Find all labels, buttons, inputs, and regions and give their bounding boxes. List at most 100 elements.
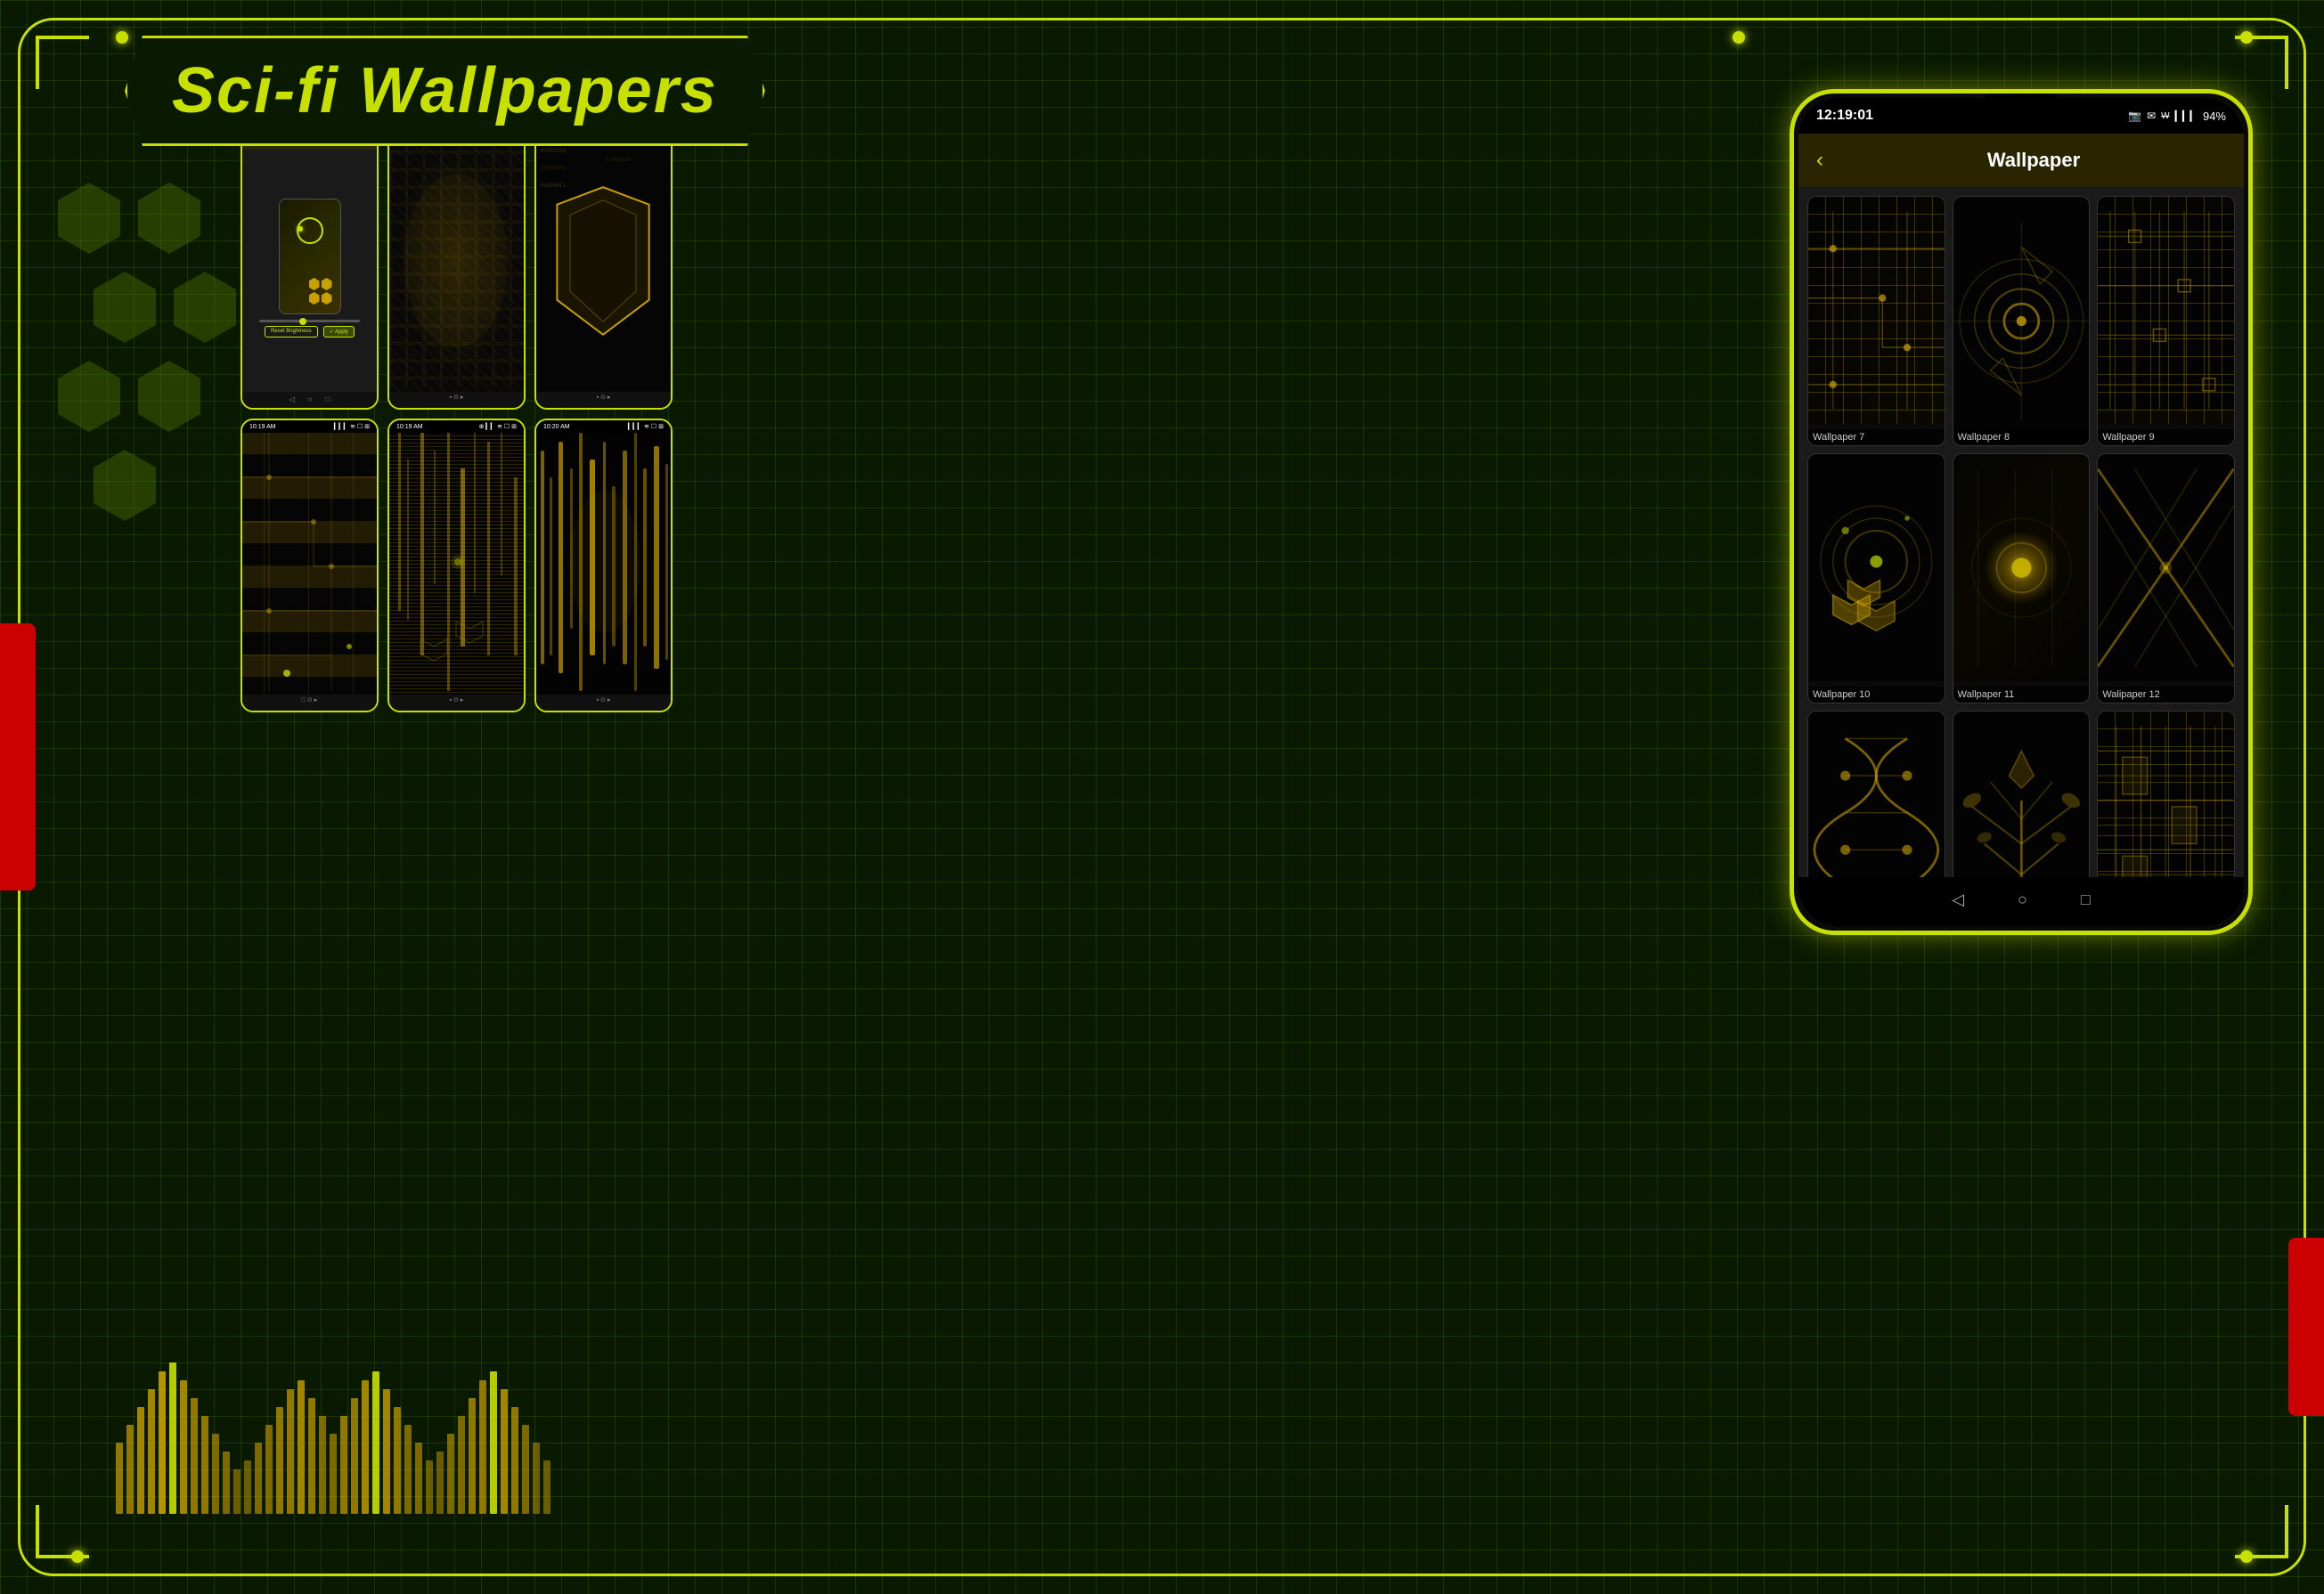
red-left-accent [0,623,36,891]
app-title: Sci-fi Wallpapers [172,55,718,126]
nav-btn-2: ▪ ⊙ ▸ [450,394,464,406]
nav-btn-6: ▪ ⊙ ▸ [597,696,611,709]
phone-nav-2: ▪ ⊙ ▸ [389,392,524,408]
large-nav-bar: ◁ ○ □ [1798,877,2244,926]
wp-content-4 [242,433,377,695]
hex-dec-4 [174,272,236,343]
reset-btn[interactable]: Reset Brightness [265,326,318,338]
wp9-image [2098,197,2234,424]
hex-dec-6 [138,361,200,432]
phone-content-1: Reset Brightness ✓ Apply [242,150,377,392]
nav-back-1: ◁ [289,395,295,404]
glow-dot-5 [2240,1550,2253,1563]
bars-svg [536,433,671,691]
lines-svg [389,433,524,691]
wp10-image [1808,454,1945,681]
status-bar-6: 10:20 AM ▎▎▎ ≋ ☐ ⊞ [536,420,671,433]
large-back-button[interactable]: ‹ [1816,148,1823,173]
large-header: ‹ Wallpaper [1798,134,2244,187]
wp7-svg [1808,197,1945,424]
apply-btn[interactable]: ✓ Apply [323,326,355,338]
hex-dec-1 [58,183,120,254]
nav-home-1: ○ [308,395,313,404]
status-bar-4: 10:19 AM ▎▎▎ ≋ ☐ ⊞ [242,420,377,433]
phone-nav-6: ▪ ⊙ ▸ [536,695,671,711]
signal-4: ▎▎▎ ≋ ☐ ⊞ [334,423,370,430]
glow-dot-2 [1733,31,1745,44]
shield-svg: 01001010 10110101 01010011 11001010 [536,132,671,390]
battery-indicator: 94% [2203,110,2226,123]
preview-hexes [309,278,336,305]
wp9-svg [2098,197,2234,424]
glow-dot-4 [71,1550,84,1563]
nav-back-btn[interactable]: ◁ [1952,891,1964,913]
nav-btn-3: ▪ ⊙ ▸ [597,394,611,406]
wallpaper-11-thumb[interactable]: Wallpaper 11 [1953,453,2091,703]
wallpaper-13-thumb[interactable] [1807,711,1945,877]
wp12-label: Walipaper 12 [2098,687,2234,703]
circuit-svg [242,433,377,691]
wallpaper-14-thumb[interactable] [1953,711,2091,877]
wifi-off-icon: W [2161,111,2169,121]
wp7-label: Wallpaper 7 [1808,429,1945,445]
phone-bars-pattern: 10:20 AM ▎▎▎ ≋ ☐ ⊞ [534,419,673,712]
wp14-svg [1953,712,2090,877]
hex-dec-2 [138,183,200,254]
wp7-image [1808,197,1945,424]
phone-nav-1: ◁ ○ □ [242,392,377,408]
wp14-image [1953,712,2090,877]
nav-home-btn[interactable]: ○ [2018,891,2027,913]
status-bar-5: 10:19 AM ⊕ ▎▎ ≋ ☐ ⊞ [389,420,524,433]
dot-pattern-svg [389,130,524,392]
wp10-label: Wallpaper 10 [1808,687,1945,703]
phone-dot-pattern: 10:22 AM ▎▎▎ ≋ ☐ ⊞ ▪ ⊙ ▸ [387,116,526,410]
action-buttons: Reset Brightness ✓ Apply [265,326,355,338]
wallpaper-8-thumb[interactable]: Wallpaper 8 [1953,196,2091,446]
wp15-svg [2098,712,2234,877]
title-box: Sci-fi Wallpapers [125,36,765,146]
time-6: 10:20 AM [543,424,570,430]
wp-content-5 [389,433,524,695]
signal-icon: ▎▎▎ [2175,110,2198,122]
wallpaper-15-thumb[interactable] [2097,711,2235,877]
phone-shield-pattern: 10:19 AM ▎▎▎ ≋ ☐ ⊞ 01001010 10110101 010… [534,116,673,410]
wp8-label: Wallpaper 8 [1953,429,2090,445]
phone-circuit-pattern: 10:19 AM ▎▎▎ ≋ ☐ ⊞ [241,419,379,712]
wp12-svg [2098,454,2234,681]
wp-content-6 [536,433,671,695]
svg-text:11001010: 11001010 [606,158,632,163]
slider-thumb[interactable] [299,318,306,325]
wallpaper-9-thumb[interactable]: Wallpaper 9 [2097,196,2235,446]
hex-decorations [53,178,241,525]
wp8-image [1953,207,2090,435]
wp13-image [1808,712,1945,877]
svg-text:01010011: 01010011 [541,183,567,189]
brightness-slider[interactable] [259,320,360,322]
wp-content-3: 01001010 10110101 01010011 11001010 [536,130,671,392]
screenshots-area: 11:58:27 85% ‹ Apply Wallpaper [241,116,673,712]
wallpaper-10-thumb[interactable]: Wallpaper 10 [1807,453,1945,703]
nav-btn-5: ▪ ⊙ ▸ [450,696,464,709]
svg-text:01001010: 01001010 [541,149,567,154]
large-screen-title: Wallpaper [1841,149,2226,172]
svg-text:10110101: 10110101 [541,167,567,172]
wp10-svg [1808,454,1945,681]
glow-dot-3 [2240,31,2253,44]
phone-nav-5: ▪ ⊙ ▸ [389,695,524,711]
large-time: 12:19:01 [1816,108,1873,124]
nav-recent-btn[interactable]: □ [2081,891,2091,913]
wallpaper-list[interactable]: Wallpaper 7 [1798,187,2244,877]
nav-recent-1: □ [326,395,330,404]
wp12-image [2098,454,2234,681]
signal-5: ⊕ ▎▎ ≋ ☐ ⊞ [479,423,517,430]
time-5: 10:19 AM [396,424,423,430]
nav-btn-4: □ ⊙ ▸ [302,696,318,709]
red-right-accent [2288,1238,2324,1416]
wp8-svg [1953,207,2090,435]
phone-nav-3: ▪ ⊙ ▸ [536,392,671,408]
wallpaper-12-thumb[interactable]: Walipaper 12 [2097,453,2235,703]
hex-dec-3 [94,272,156,343]
wallpaper-7-thumb[interactable]: Wallpaper 7 [1807,196,1945,446]
camera-icon: 📷 [2128,110,2141,122]
title-container: Sci-fi Wallpapers [125,36,765,146]
